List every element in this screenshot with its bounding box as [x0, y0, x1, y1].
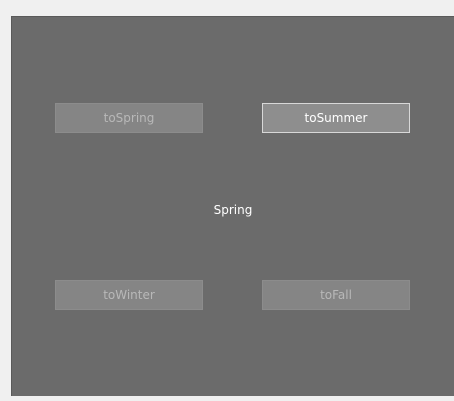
to-winter-button[interactable]: toWinter: [55, 280, 203, 310]
to-summer-button[interactable]: toSummer: [262, 103, 410, 133]
window-frame: toSpring toSummer Spring toWinter toFall: [0, 0, 454, 401]
current-season-label: Spring: [213, 203, 253, 217]
season-state-panel: toSpring toSummer Spring toWinter toFall: [11, 16, 454, 396]
to-spring-button[interactable]: toSpring: [55, 103, 203, 133]
to-fall-button[interactable]: toFall: [262, 280, 410, 310]
